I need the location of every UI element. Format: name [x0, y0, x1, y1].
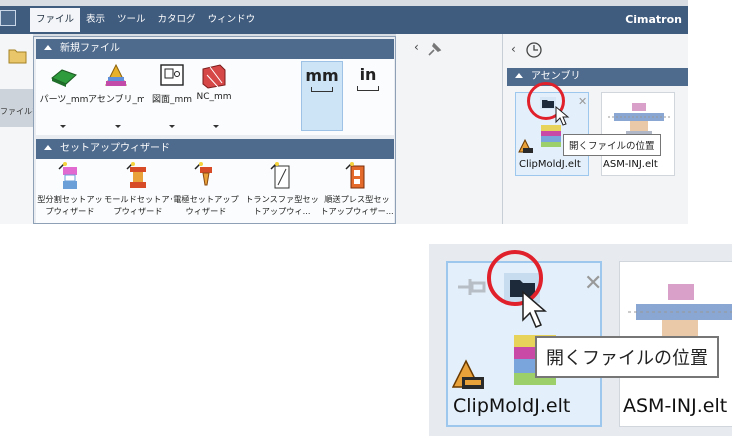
zoomed-inset: ✕ ClipMoldJ.elt ASM-INJ.elt 開くファイルの位置	[429, 244, 732, 436]
assembly-file-icon	[105, 63, 127, 86]
unit-mm-button[interactable]: mm	[301, 61, 343, 131]
item-label-line1: 型分割セットアッ	[37, 194, 103, 204]
item-label-line2: ウィザード	[185, 206, 227, 216]
item-label: アセンブリ_mm	[88, 95, 144, 105]
file-name-label: ClipMoldJ.elt	[453, 395, 571, 417]
menu-tools[interactable]: ツール	[111, 8, 152, 32]
item-label: パーツ_mm	[39, 95, 89, 105]
item-label-line1: 電極セットアップ	[173, 194, 239, 204]
new-part-button[interactable]: パーツ_mm	[36, 63, 92, 105]
collapse-triangle-icon[interactable]	[515, 73, 523, 78]
transfer-die-wizard-button[interactable]: トランスファ型セッ トアップウィ...	[244, 161, 320, 217]
unit-in-button[interactable]: in	[347, 61, 389, 131]
drawing-file-icon	[160, 64, 184, 86]
new-nc-button[interactable]: NC_mm	[186, 63, 242, 102]
mold-setup-wizard-button[interactable]: モールドセットアッ プウィザード	[104, 161, 172, 217]
section-title: セットアップウィザード	[60, 143, 170, 154]
dropdown-caret-icon[interactable]	[169, 125, 175, 128]
pin-icon[interactable]	[456, 275, 490, 299]
recent-files-panel: ‹ アセンブリ ✕ ClipMoldJ.elt ASM-INJ.elt 開くファ…	[502, 34, 688, 224]
item-label-line1: 順送プレス型セッ	[324, 194, 390, 204]
collapse-triangle-icon[interactable]	[44, 145, 52, 150]
ruler-icon	[357, 86, 379, 91]
section-header-assembly[interactable]: アセンブリ	[507, 68, 688, 86]
item-label-line2: プウィザード	[113, 206, 163, 216]
mouse-cursor-icon	[522, 290, 548, 328]
part-file-icon	[51, 69, 77, 87]
pinned-panel: ‹	[396, 34, 502, 224]
tooltip: 開くファイルの位置	[563, 134, 661, 156]
assembly-type-icon	[452, 359, 484, 389]
item-label-line1: モールドセットアッ	[104, 194, 172, 204]
electrode-wizard-icon	[194, 162, 212, 186]
chevron-left-icon[interactable]: ‹	[511, 42, 516, 56]
app-title: Cimatron	[625, 13, 682, 26]
application-window: ファイル 表示 ツール カタログ ウィンドウ Cimatron ファイルを 新規…	[0, 0, 688, 224]
tooltip: 開くファイルの位置	[535, 336, 719, 378]
chevron-left-icon[interactable]: ‹	[414, 40, 419, 54]
section-header-new-file[interactable]: 新規ファイル	[36, 39, 394, 59]
setup-wizard-section: 型分割セットアッ プウィザード モールドセットアッ プウィザード 電極セットアッ…	[36, 159, 394, 223]
electrode-wizard-button[interactable]: 電極セットアップ ウィザード	[172, 161, 240, 217]
dropdown-caret-icon[interactable]	[213, 125, 219, 128]
item-label: NC_mm	[196, 92, 232, 102]
menu-view[interactable]: 表示	[80, 8, 111, 32]
new-file-section: パーツ_mm アセンブリ_mm	[36, 59, 394, 135]
assembly-type-icon	[518, 139, 533, 153]
file-name-label: ClipMoldJ.elt	[519, 159, 581, 170]
menu-bar: ファイル 表示 ツール カタログ ウィンドウ	[30, 8, 261, 32]
menu-file[interactable]: ファイル	[30, 8, 81, 32]
mouse-cursor-icon	[555, 106, 570, 126]
unit-label: mm	[305, 66, 339, 85]
unit-label: in	[359, 65, 377, 84]
dropdown-caret-icon[interactable]	[115, 125, 121, 128]
dropdown-caret-icon[interactable]	[60, 125, 66, 128]
progressive-die-wizard-icon	[345, 162, 365, 189]
item-label-line1: トランスファ型セッ	[245, 194, 319, 204]
mold-setup-wizard-icon	[126, 162, 146, 188]
item-label-line2: トアップウィザー...	[320, 206, 394, 216]
nc-file-icon	[202, 64, 226, 89]
clock-icon[interactable]	[525, 41, 543, 59]
transfer-die-wizard-icon	[270, 162, 290, 189]
file-dropdown-menu: 新規ファイル パーツ_mm アセンブリ_m 図面_mm NC_mm mm in …	[33, 36, 396, 224]
item-label-line2: トアップウィ...	[253, 206, 311, 216]
ribbon-left-stub: ファイルを	[0, 34, 40, 224]
collapse-triangle-icon[interactable]	[44, 45, 52, 50]
section-header-setup-wizard[interactable]: セットアップウィザード	[36, 139, 394, 159]
mold-split-wizard-button[interactable]: 型分割セットアッ プウィザード	[36, 161, 104, 217]
section-title: 新規ファイル	[60, 43, 120, 54]
progressive-die-wizard-button[interactable]: 順送プレス型セッ トアップウィザー...	[320, 161, 394, 217]
mold-split-wizard-icon	[58, 162, 77, 189]
file-name-label: ASM-INJ.elt	[603, 159, 658, 170]
quick-access-icon[interactable]	[0, 10, 16, 26]
file-name-label: ASM-INJ.elt	[623, 395, 728, 417]
new-assembly-button[interactable]: アセンブリ_mm	[88, 63, 144, 105]
close-icon[interactable]: ✕	[578, 95, 587, 108]
menu-catalog[interactable]: カタログ	[152, 8, 202, 32]
item-label-line2: プウィザード	[45, 206, 95, 216]
section-title: アセンブリ	[531, 71, 581, 82]
open-folder-icon[interactable]	[8, 46, 28, 64]
ruler-icon	[311, 87, 333, 92]
screenshot-stage: ファイル 表示 ツール カタログ ウィンドウ Cimatron ファイルを 新規…	[0, 0, 732, 436]
pin-icon[interactable]	[426, 40, 444, 58]
menu-window[interactable]: ウィンドウ	[202, 8, 262, 32]
close-icon[interactable]: ✕	[584, 271, 602, 296]
